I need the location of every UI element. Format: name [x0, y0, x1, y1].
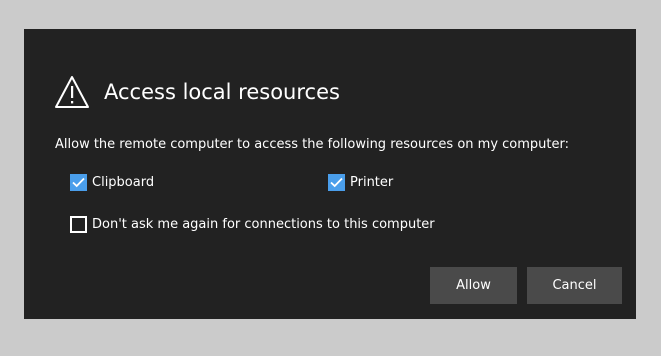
- dialog-header: Access local resources: [54, 72, 340, 112]
- clipboard-label: Clipboard: [92, 175, 155, 190]
- dont-ask-again-label: Don't ask me again for connections to th…: [92, 217, 435, 232]
- instruction-text: Allow the remote computer to access the …: [55, 137, 569, 152]
- printer-checkbox[interactable]: [328, 174, 345, 191]
- printer-option[interactable]: Printer: [328, 174, 393, 191]
- cancel-button[interactable]: Cancel: [527, 267, 622, 304]
- clipboard-option[interactable]: Clipboard: [70, 174, 154, 191]
- printer-label: Printer: [350, 175, 394, 190]
- allow-button[interactable]: Allow: [430, 267, 517, 304]
- access-local-resources-dialog: Access local resources Allow the remote …: [24, 29, 636, 319]
- clipboard-checkbox[interactable]: [70, 174, 87, 191]
- dont-ask-again-option[interactable]: Don't ask me again for connections to th…: [70, 216, 435, 233]
- checkmark-icon: [330, 177, 343, 188]
- checkmark-icon: [72, 177, 85, 188]
- dialog-title: Access local resources: [104, 80, 340, 104]
- dont-ask-again-checkbox[interactable]: [70, 216, 87, 233]
- warning-icon: [54, 75, 90, 109]
